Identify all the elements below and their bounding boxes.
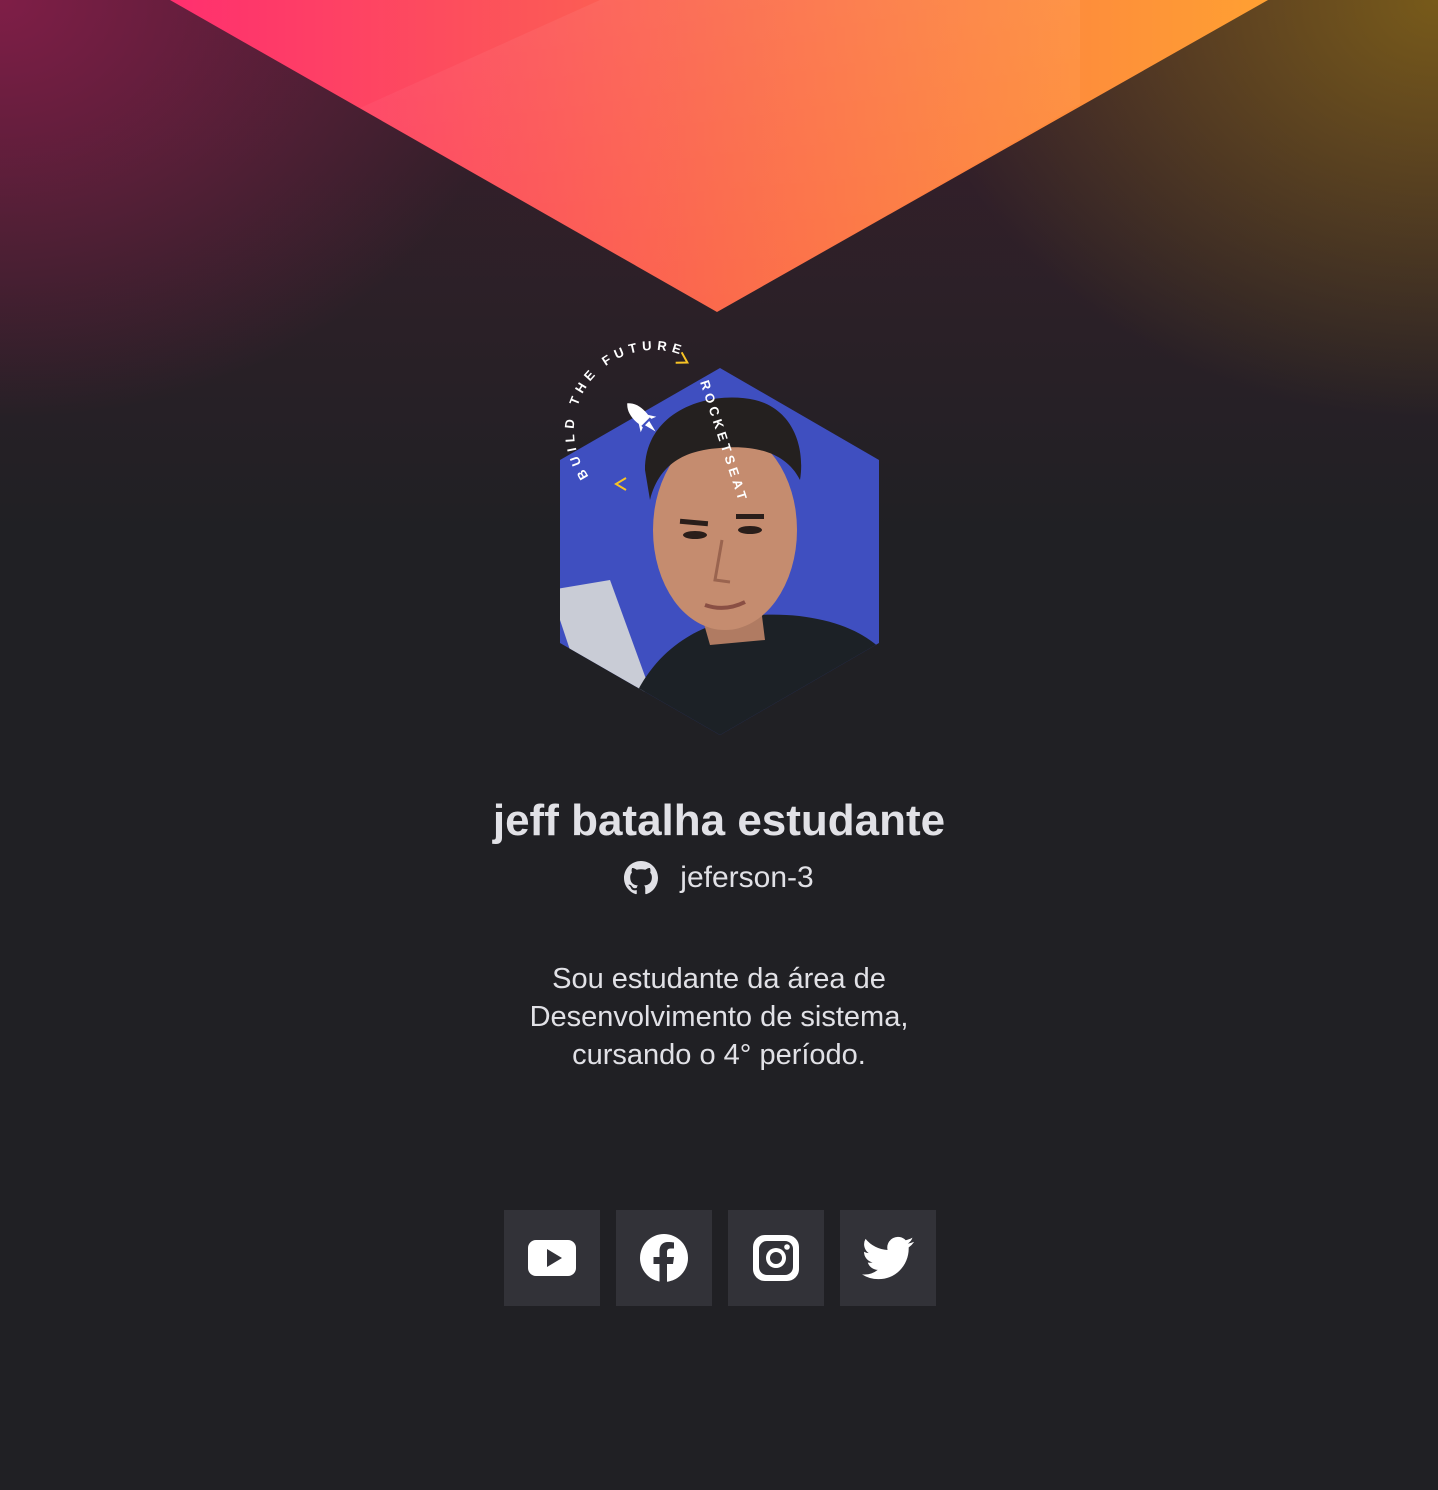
- youtube-button[interactable]: [504, 1210, 600, 1306]
- twitter-button[interactable]: [840, 1210, 936, 1306]
- header-gradient-triangle: [170, 0, 1268, 312]
- avatar-photo: [560, 368, 879, 735]
- github-username: jeferson-3: [680, 861, 814, 894]
- profile-avatar: BUILD THE FUTURE ROCKETSEAT: [550, 330, 890, 740]
- github-icon: [624, 861, 659, 895]
- social-links: [504, 1210, 936, 1306]
- profile-bio: Sou estudante da área de Desenvolvimento…: [529, 963, 909, 1071]
- twitter-icon: [862, 1236, 914, 1280]
- facebook-icon: [640, 1234, 688, 1282]
- instagram-button[interactable]: [728, 1210, 824, 1306]
- github-link[interactable]: jeferson-3: [0, 858, 1438, 898]
- profile-name: jeff batalha estudante: [492, 796, 946, 845]
- facebook-button[interactable]: [616, 1210, 712, 1306]
- youtube-icon: [528, 1240, 576, 1276]
- instagram-icon: [753, 1235, 799, 1281]
